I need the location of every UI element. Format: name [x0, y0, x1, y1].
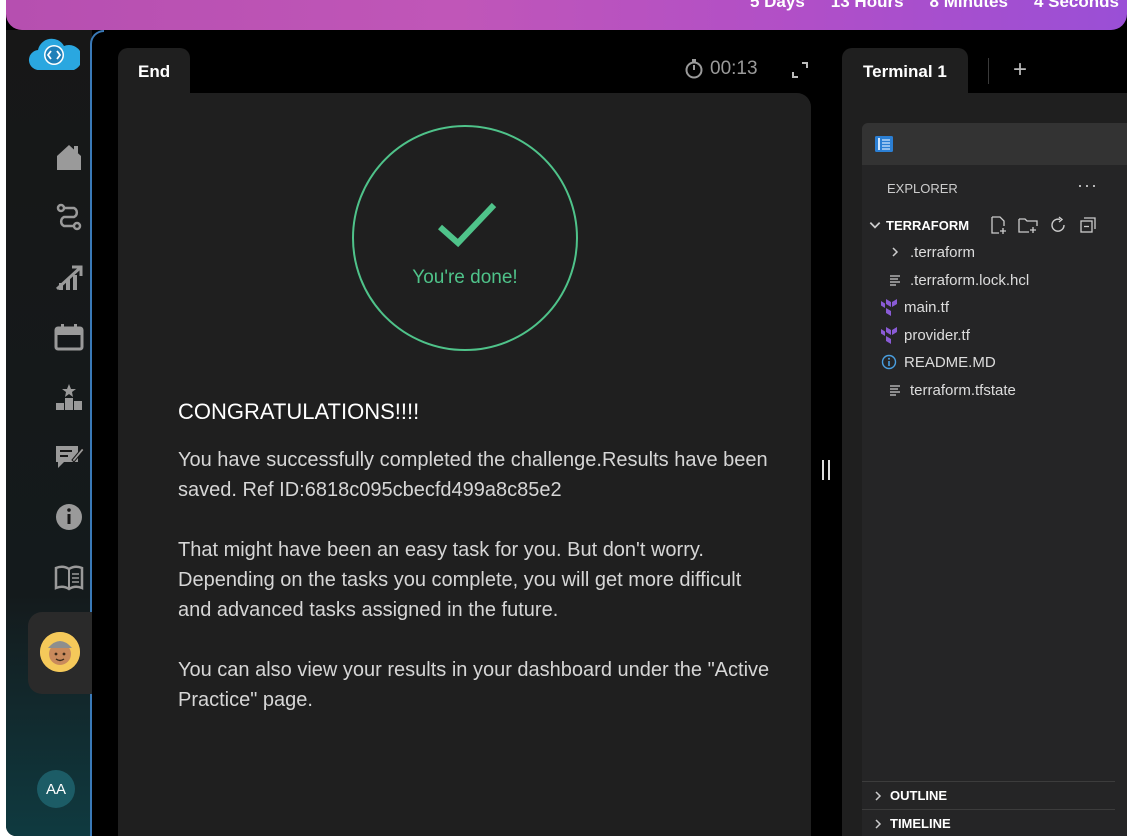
avatar[interactable]: [40, 632, 80, 672]
lines-icon: [886, 381, 904, 399]
countdown-days: 5 Days: [749, 0, 805, 11]
done-text: You're done!: [412, 267, 518, 288]
result-paragraph: You have successfully completed the chal…: [178, 449, 768, 501]
tab-separator: [988, 58, 989, 84]
file-tree-item[interactable]: .terraform: [886, 242, 975, 262]
tab-end[interactable]: End: [118, 48, 190, 96]
congrats-heading: CONGRATULATIONS!!!!: [178, 399, 420, 424]
new-folder-icon[interactable]: [1018, 215, 1038, 235]
file-name: provider.tf: [904, 326, 970, 344]
panel-resize-handle[interactable]: [822, 460, 830, 480]
stopwatch-icon: [685, 59, 703, 79]
timeline-section[interactable]: TIMELINE: [862, 809, 1115, 836]
file-name: .terraform: [910, 243, 976, 261]
home-icon[interactable]: [52, 140, 86, 174]
section-label: TIMELINE: [890, 816, 951, 831]
chevron-right-icon: [875, 818, 882, 829]
file-name: .terraform.lock.hcl: [910, 271, 1030, 289]
result-paragraph: You can also view your results in your d…: [178, 659, 770, 711]
profile-card[interactable]: [28, 612, 92, 694]
book-icon[interactable]: [52, 560, 86, 594]
elapsed-timer: 00:13: [684, 58, 758, 80]
file-name: README.MD: [904, 353, 996, 371]
result-panel: You're done! CONGRATULATIONS!!!! You hav…: [118, 93, 811, 836]
tab-terminal-1[interactable]: Terminal 1: [842, 48, 968, 96]
countdown-hours: 13 Hours: [830, 0, 904, 11]
chevron-right-icon: [875, 790, 882, 801]
countdown: 5 Days 13 Hours 8 Minutes 4 Seconds: [750, 0, 1119, 12]
feedback-icon[interactable]: [52, 440, 86, 474]
chevron-right-icon: [886, 243, 904, 261]
app-logo-icon[interactable]: [28, 38, 82, 72]
fullscreen-icon[interactable]: [792, 62, 808, 78]
info-icon: [880, 353, 898, 371]
new-file-icon[interactable]: [988, 215, 1008, 235]
file-tree-item[interactable]: .terraform.lock.hcl: [886, 270, 1029, 290]
leaderboard-icon[interactable]: [52, 380, 86, 414]
outline-section[interactable]: OUTLINE: [862, 781, 1115, 809]
route-icon[interactable]: [52, 200, 86, 234]
growth-chart-icon[interactable]: [52, 260, 86, 294]
sidebar-edge: [90, 30, 104, 836]
calendar-icon[interactable]: [52, 320, 86, 354]
more-actions-icon[interactable]: ···: [1077, 175, 1098, 196]
terraform-icon: [880, 326, 898, 344]
lines-icon: [886, 271, 904, 289]
explorer-title: EXPLORER: [887, 181, 958, 196]
countdown-minutes: 8 Minutes: [929, 0, 1008, 11]
user-initials-avatar[interactable]: AA: [37, 770, 75, 808]
vscode-titlebar: [862, 123, 1127, 165]
file-tree-item[interactable]: main.tf: [880, 297, 949, 317]
countdown-seconds: 4 Seconds: [1033, 0, 1119, 11]
file-tree-item[interactable]: terraform.tfstate: [886, 380, 1016, 400]
result-paragraph: That might have been an easy task for yo…: [178, 539, 742, 621]
file-tree-item[interactable]: README.MD: [880, 352, 996, 372]
refresh-icon[interactable]: [1048, 215, 1068, 235]
add-terminal-button[interactable]: +: [1013, 56, 1027, 84]
vscode-window: EXPLORER ··· TERRAFORM .terraform .terra…: [862, 123, 1127, 836]
done-badge: You're done!: [352, 125, 578, 351]
checkmark-icon: [438, 202, 497, 248]
app-frame: 5 Days 13 Hours 8 Minutes 4 Seconds AA E…: [6, 0, 1127, 836]
section-label: OUTLINE: [890, 788, 948, 803]
explorer-book-icon[interactable]: [874, 135, 894, 153]
file-name: main.tf: [904, 298, 950, 316]
file-name: terraform.tfstate: [910, 381, 1016, 399]
explorer-actions: [988, 215, 1098, 235]
chevron-down-icon: [869, 222, 881, 229]
collapse-all-icon[interactable]: [1078, 215, 1098, 235]
timer-value: 00:13: [710, 58, 758, 79]
info-icon[interactable]: [52, 500, 86, 534]
file-tree-item[interactable]: provider.tf: [880, 325, 970, 345]
terraform-icon: [880, 298, 898, 316]
project-name: TERRAFORM: [886, 217, 970, 233]
